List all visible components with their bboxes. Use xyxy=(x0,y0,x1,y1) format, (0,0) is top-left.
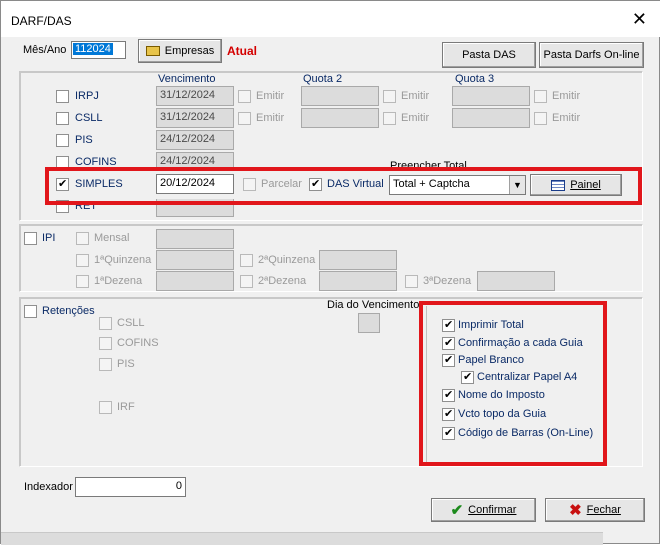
ipi-d2-date[interactable] xyxy=(319,271,397,291)
ipi-d3-checkbox[interactable] xyxy=(405,275,418,288)
ipi-q2-checkbox[interactable] xyxy=(240,254,253,267)
simples-highlight-box xyxy=(45,167,642,205)
ipi-label: IPI xyxy=(42,232,56,244)
horizontal-scrollbar[interactable] xyxy=(1,532,603,545)
ret-irf-label: IRF xyxy=(117,401,135,413)
window-title: DARF/DAS xyxy=(11,14,72,28)
fechar-button[interactable]: ✖ Fechar xyxy=(545,498,645,522)
vencimento-header: Vencimento xyxy=(158,73,216,85)
atual-label: Atual xyxy=(227,44,257,58)
indexador-input[interactable]: 0 xyxy=(75,477,186,497)
retencoes-checkbox[interactable] xyxy=(24,305,37,318)
csll-checkbox[interactable] xyxy=(56,112,69,125)
empresas-button[interactable]: Empresas xyxy=(138,39,222,63)
irpj-quota3-emitir-label: Emitir xyxy=(552,90,581,102)
ipi-checkbox[interactable] xyxy=(24,232,37,245)
confirmar-button[interactable]: ✔ Confirmar xyxy=(431,498,536,522)
fechar-button-label: Fechar xyxy=(586,504,621,516)
darf-das-window: DARF/DAS ✕ Mês/Ano 112024 Empresas Atual… xyxy=(0,0,660,545)
retencoes-label: Retenções xyxy=(42,305,95,317)
quota2-header: Quota 2 xyxy=(303,73,343,85)
ipi-q1-checkbox[interactable] xyxy=(76,254,89,267)
ret-csll-label: CSLL xyxy=(117,317,145,329)
empresas-button-label: Empresas xyxy=(164,45,215,57)
irpj-label: IRPJ xyxy=(75,90,99,102)
ret-pis-checkbox[interactable] xyxy=(99,358,112,371)
csll-date[interactable]: 31/12/2024 xyxy=(156,108,234,128)
ipi-q1-label: 1ªQuinzena xyxy=(94,254,152,266)
mes-ano-value: 112024 xyxy=(73,43,113,55)
irpj-emitir-label: Emitir xyxy=(256,90,285,102)
ipi-mensal-label: Mensal xyxy=(94,232,130,244)
pis-label: PIS xyxy=(75,134,93,146)
csll-label: CSLL xyxy=(75,112,103,124)
close-icon[interactable]: ✕ xyxy=(632,9,647,30)
ipi-q2-label: 2ªQuinzena xyxy=(258,254,316,266)
dia-vencimento-label: Dia do Vencimento xyxy=(327,299,420,311)
ipi-d1-checkbox[interactable] xyxy=(76,275,89,288)
irpj-quota3[interactable] xyxy=(452,86,530,106)
pasta-das-button[interactable]: Pasta DAS xyxy=(442,42,536,68)
csll-quota2-emitir-checkbox[interactable] xyxy=(383,112,396,125)
ret-pis-label: PIS xyxy=(117,358,135,370)
ret-csll-checkbox[interactable] xyxy=(99,317,112,330)
quota3-header: Quota 3 xyxy=(455,73,495,85)
irpj-quota2-emitir-checkbox[interactable] xyxy=(383,90,396,103)
dia-vencimento-input[interactable] xyxy=(358,313,380,333)
options-highlight-box xyxy=(419,301,607,466)
pasta-darfs-online-button[interactable]: Pasta Darfs On-line xyxy=(539,42,644,68)
pis-checkbox[interactable] xyxy=(56,134,69,147)
ipi-q2-date[interactable] xyxy=(319,250,397,270)
title-bar: DARF/DAS ✕ xyxy=(1,1,660,37)
folder-hand-icon xyxy=(145,46,160,56)
csll-quota2[interactable] xyxy=(301,108,379,128)
ret-irf-checkbox[interactable] xyxy=(99,401,112,414)
irpj-quota2[interactable] xyxy=(301,86,379,106)
csll-quota2-emitir-label: Emitir xyxy=(401,112,430,124)
confirmar-button-label: Confirmar xyxy=(468,504,517,516)
close-x-icon: ✖ xyxy=(569,502,582,519)
csll-quota3-emitir-label: Emitir xyxy=(552,112,581,124)
irpj-emitir-checkbox[interactable] xyxy=(238,90,251,103)
ipi-d2-checkbox[interactable] xyxy=(240,275,253,288)
csll-emitir-checkbox[interactable] xyxy=(238,112,251,125)
ipi-d3-date[interactable] xyxy=(477,271,555,291)
mes-ano-input[interactable]: 112024 xyxy=(71,41,126,59)
ipi-d1-label: 1ªDezena xyxy=(94,275,143,287)
ipi-mensal-checkbox[interactable] xyxy=(76,232,89,245)
ipi-q1-date[interactable] xyxy=(156,250,234,270)
pis-date[interactable]: 24/12/2024 xyxy=(156,130,234,150)
irpj-quota2-emitir-label: Emitir xyxy=(401,90,430,102)
mes-ano-label: Mês/Ano xyxy=(23,44,67,56)
ret-cofins-label: COFINS xyxy=(117,337,159,349)
ret-cofins-checkbox[interactable] xyxy=(99,337,112,350)
indexador-label: Indexador xyxy=(24,481,73,493)
ipi-d2-label: 2ªDezena xyxy=(258,275,307,287)
irpj-checkbox[interactable] xyxy=(56,90,69,103)
csll-emitir-label: Emitir xyxy=(256,112,285,124)
ipi-d3-label: 3ªDezena xyxy=(423,275,472,287)
irpj-quota3-emitir-checkbox[interactable] xyxy=(534,90,547,103)
csll-quota3[interactable] xyxy=(452,108,530,128)
csll-quota3-emitir-checkbox[interactable] xyxy=(534,112,547,125)
irpj-date[interactable]: 31/12/2024 xyxy=(156,86,234,106)
ipi-d1-date[interactable] xyxy=(156,271,234,291)
ipi-mensal-date[interactable] xyxy=(156,229,234,249)
check-icon: ✔ xyxy=(450,502,464,519)
